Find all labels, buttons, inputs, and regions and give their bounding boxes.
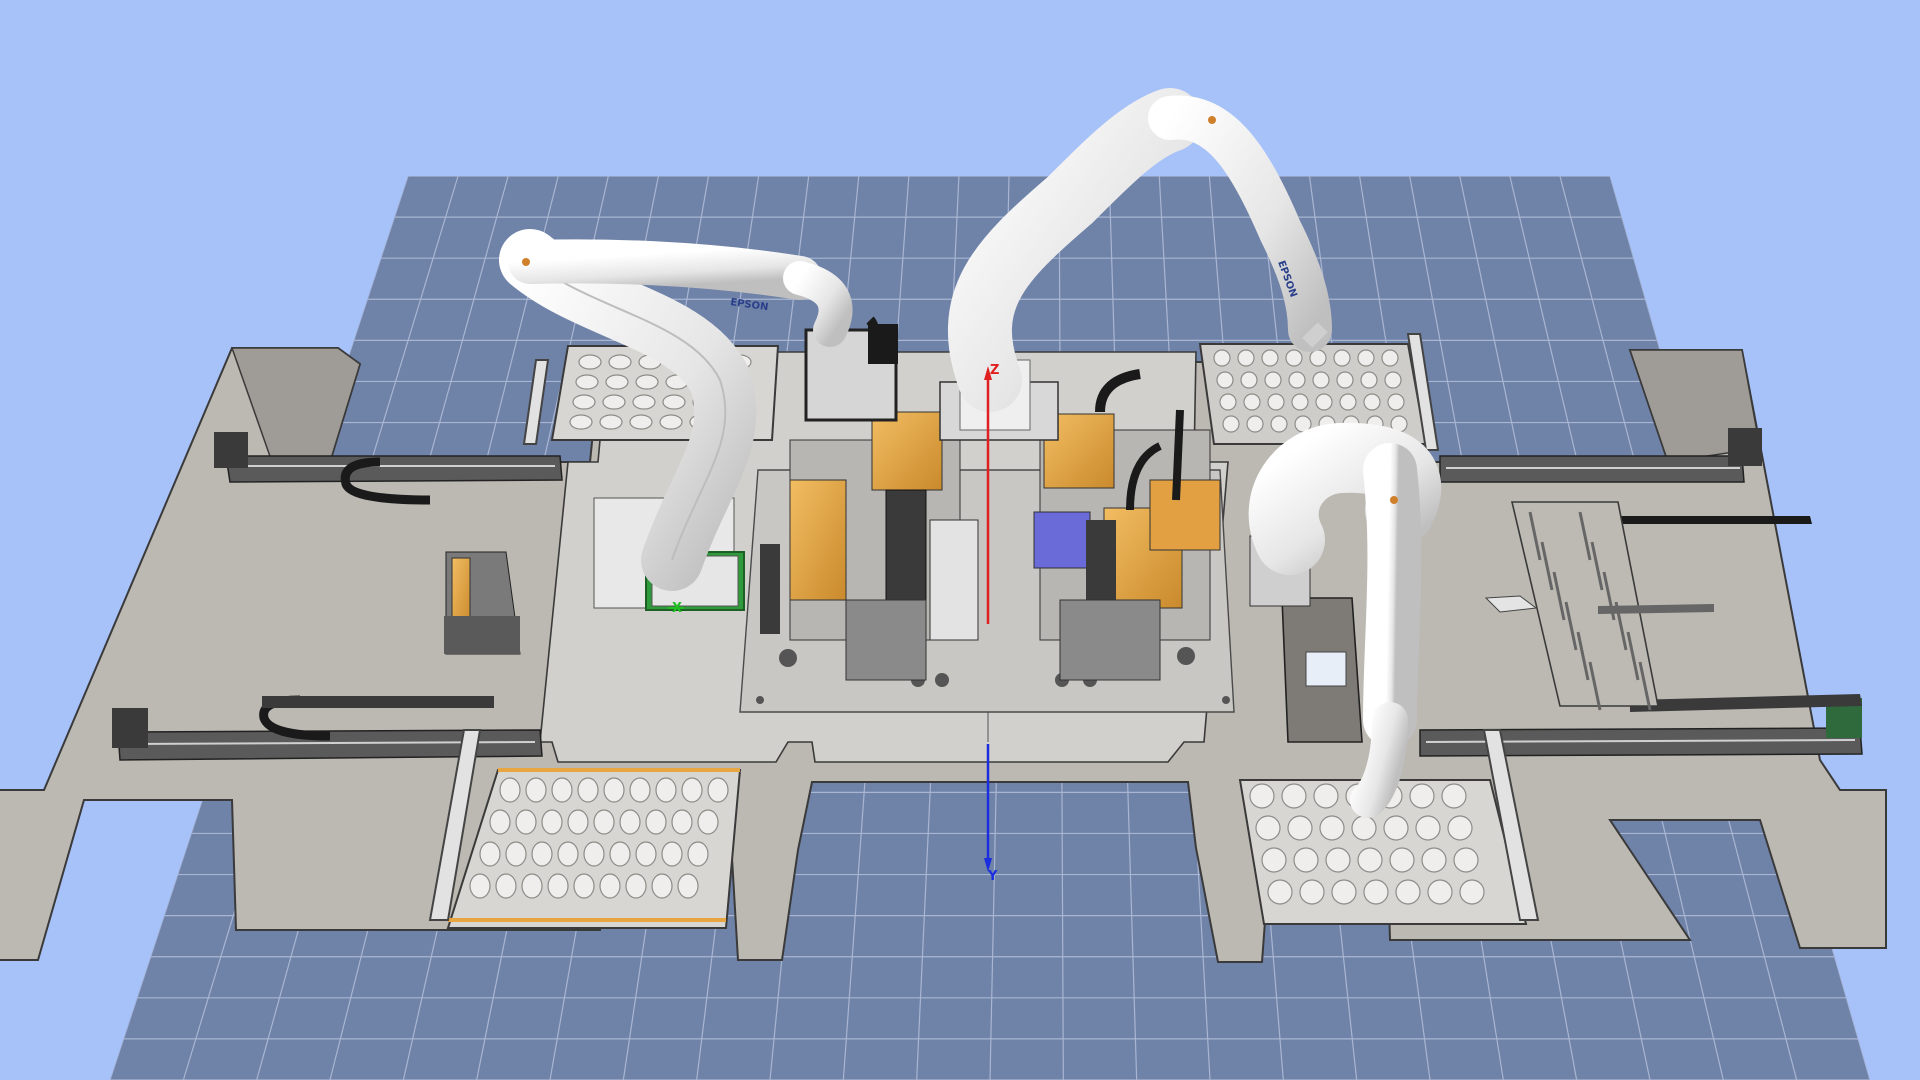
small-stand-left[interactable] — [444, 551, 521, 655]
z-axis-label: Z — [990, 363, 999, 378]
x-axis-label: X — [672, 601, 682, 616]
tray-bottom-left[interactable] — [446, 768, 742, 929]
scene-canvas[interactable]: EPSON EPSON Z Y X — [0, 0, 1920, 1080]
y-axis-label: Y — [987, 869, 998, 884]
3d-viewport[interactable]: EPSON EPSON Z Y X — [0, 0, 1920, 1080]
